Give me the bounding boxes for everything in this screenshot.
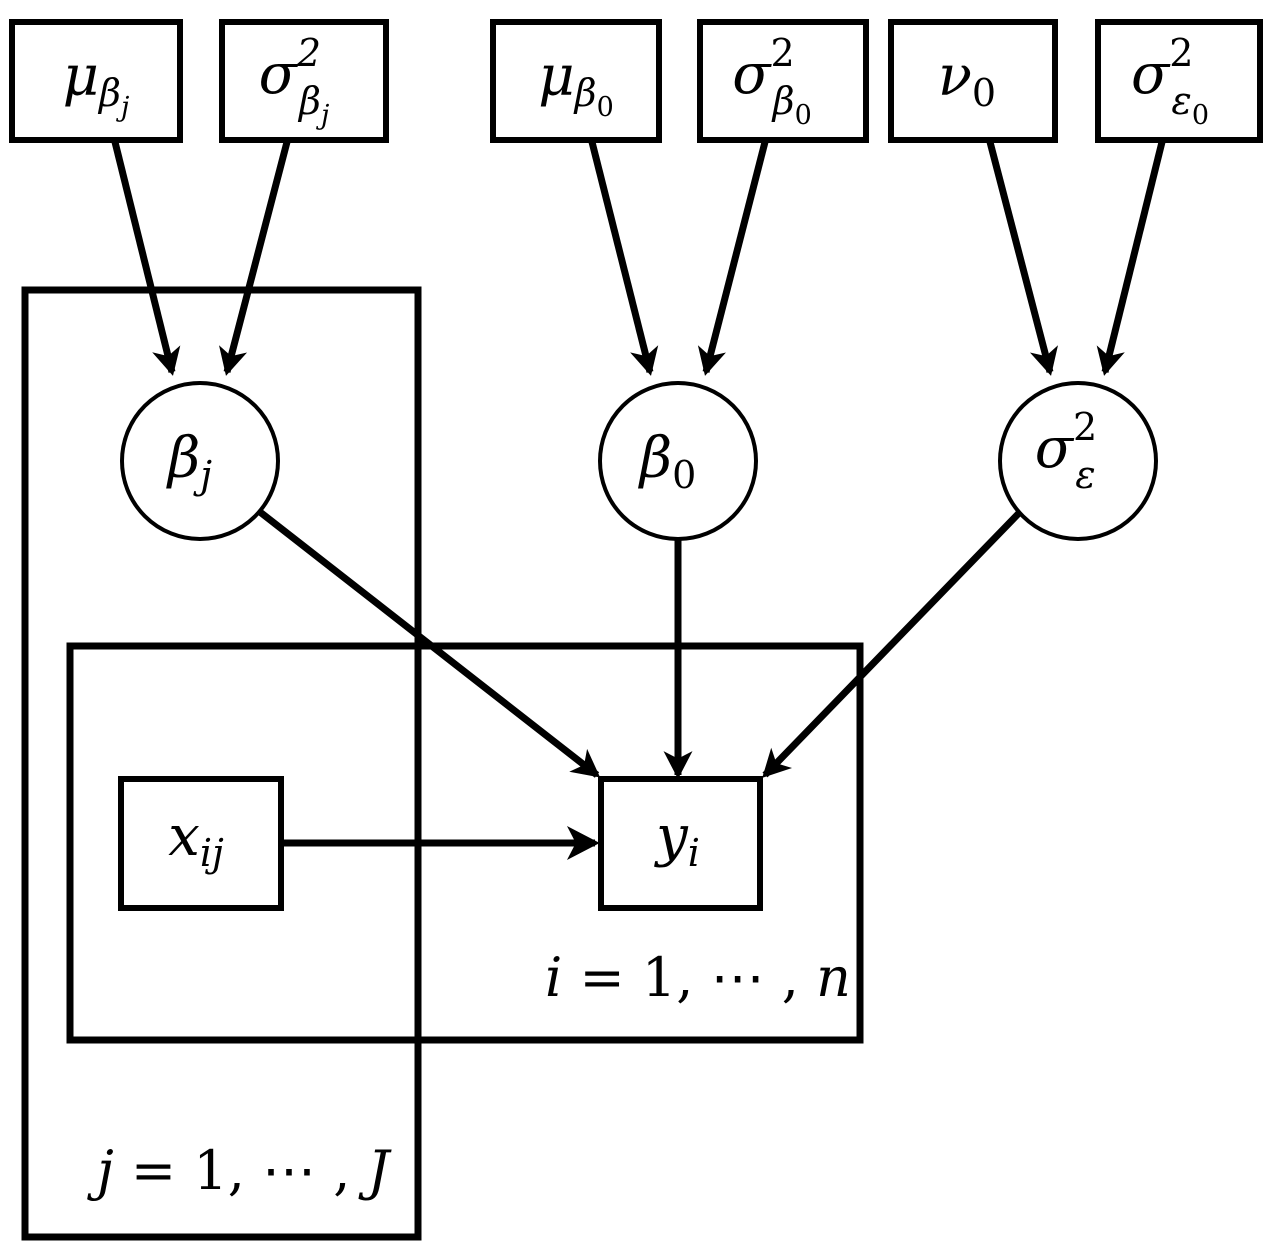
- node-y-i[interactable]: yi: [598, 776, 763, 911]
- node-beta-0[interactable]: β0: [598, 381, 758, 541]
- node-sigma2-eps-0[interactable]: σ2 ε0: [1095, 19, 1263, 143]
- edge-mu-beta-0-to-beta-0: [588, 141, 659, 376]
- node-x-ij[interactable]: xij: [118, 776, 284, 911]
- node-sigma2-beta-j[interactable]: σ2 βj: [219, 19, 389, 143]
- plate-i-label: i = 1, ⋯ , n: [545, 946, 851, 1009]
- plate-diagram-svg: j = 1, ⋯ , J i = 1, ⋯ , n μβj σ2 βj μβ0 …: [9, 19, 1263, 1241]
- plate-i-to: n: [816, 946, 851, 1009]
- edge-sigma2-eps-0-to-sigma2-eps: [1096, 141, 1166, 376]
- svg-text:i = 1, ⋯ , n: i = 1, ⋯ , n: [545, 946, 851, 1009]
- edge-nu-0-to-sigma2-eps: [986, 141, 1058, 376]
- node-sigma2-beta-0[interactable]: σ2 β0: [697, 19, 869, 143]
- plate-j-from: 1: [193, 1139, 227, 1202]
- node-sigma2-eps[interactable]: σ2 ε: [998, 381, 1158, 541]
- plate-j-index: j: [87, 1139, 114, 1202]
- svg-text:j = 1, ⋯ , J: j = 1, ⋯ , J: [87, 1139, 393, 1202]
- node-mu-beta-0[interactable]: μβ0: [490, 19, 662, 143]
- node-nu-0[interactable]: ν0: [888, 19, 1058, 143]
- node-mu-beta-j[interactable]: μβj: [9, 19, 183, 143]
- node-beta-j[interactable]: βj: [120, 381, 280, 541]
- plate-i-from: 1: [642, 946, 676, 1009]
- edge-sigma2-beta-0-to-beta-0: [697, 141, 769, 376]
- edge-mu-beta-j-to-beta-j: [111, 141, 181, 376]
- plate-j-label: j = 1, ⋯ , J: [87, 1139, 393, 1202]
- plate-i-index: i: [545, 946, 562, 1009]
- edge-sigma2-beta-j-to-beta-j: [219, 141, 291, 376]
- plate-diagram-canvas: j = 1, ⋯ , J i = 1, ⋯ , n μβj σ2 βj μβ0 …: [0, 0, 1274, 1255]
